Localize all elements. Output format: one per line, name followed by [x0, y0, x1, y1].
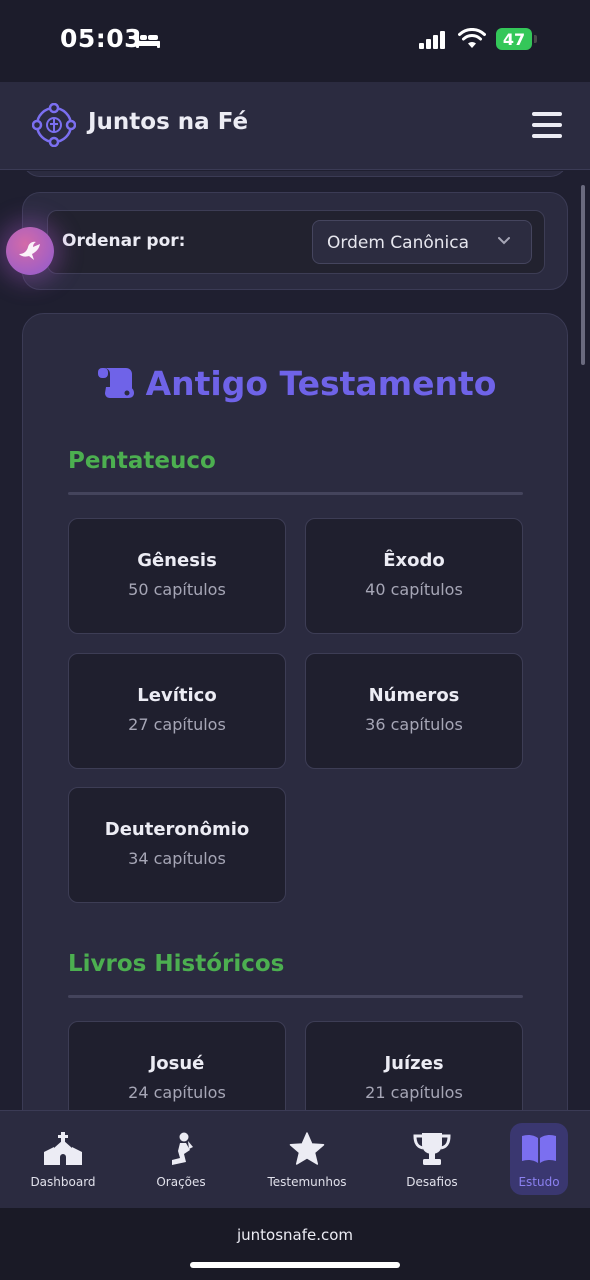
book-card-genesis[interactable]: Gênesis 50 capítulos — [68, 518, 286, 634]
star-icon — [289, 1132, 325, 1165]
bed-icon — [136, 32, 160, 48]
testament-heading: Antigo Testamento — [23, 364, 569, 403]
scrollbar[interactable] — [581, 185, 585, 365]
book-name: Gênesis — [137, 550, 217, 571]
dove-icon — [19, 241, 40, 260]
battery-indicator: 47 — [496, 28, 537, 50]
book-name: Números — [368, 685, 460, 706]
browser-url[interactable]: juntosnafe.com — [0, 1226, 590, 1244]
status-time: 05:03 — [60, 24, 143, 53]
old-testament-card: Antigo Testamento Pentateuco Gênesis 50 … — [22, 313, 568, 1110]
sort-card: Ordenar por: Ordem Canônica — [22, 192, 568, 290]
book-chapters: 27 capítulos — [128, 715, 226, 734]
book-chapters: 36 capítulos — [365, 715, 463, 734]
book-chapters: 50 capítulos — [128, 580, 226, 599]
nav-label: Estudo — [518, 1175, 560, 1189]
chevron-down-icon — [498, 237, 510, 245]
sort-select[interactable]: Ordem Canônica — [312, 220, 532, 264]
bottom-nav: Dashboard Orações Testemunhos Desafios E… — [0, 1110, 590, 1208]
section-title-livros-historicos: Livros Históricos — [68, 951, 285, 977]
book-chapters: 40 capítulos — [365, 580, 463, 599]
testament-title: Antigo Testamento — [145, 364, 497, 403]
nav-item-oracoes[interactable]: Orações — [131, 1123, 231, 1195]
trophy-icon — [413, 1133, 451, 1165]
book-chapters: 21 capítulos — [365, 1083, 463, 1102]
community-logo-icon[interactable] — [32, 103, 76, 147]
home-indicator[interactable] — [190, 1262, 400, 1268]
nav-item-estudo[interactable]: Estudo — [510, 1123, 568, 1195]
book-card-levitico[interactable]: Levítico 27 capítulos — [68, 653, 286, 769]
book-chapters: 24 capítulos — [128, 1083, 226, 1102]
nav-label: Desafios — [406, 1175, 458, 1189]
book-card-josue[interactable]: Josué 24 capítulos — [68, 1021, 286, 1110]
app-title: Juntos na Fé — [88, 109, 249, 135]
wifi-icon — [458, 28, 486, 48]
book-card-numeros[interactable]: Números 36 capítulos — [305, 653, 523, 769]
menu-bar — [532, 123, 562, 127]
book-card-juizes[interactable]: Juízes 21 capítulos — [305, 1021, 523, 1110]
open-book-icon — [522, 1134, 556, 1163]
nav-item-dashboard[interactable]: Dashboard — [13, 1123, 113, 1195]
menu-bar — [532, 112, 562, 116]
book-name: Êxodo — [383, 550, 445, 571]
section-title-pentateuco: Pentateuco — [68, 448, 216, 474]
church-icon — [44, 1132, 82, 1165]
main-content[interactable]: Ordenar por: Ordem Canônica Antigo Testa… — [0, 171, 590, 1110]
hamburger-menu-icon[interactable] — [530, 110, 564, 140]
praying-person-icon — [172, 1132, 193, 1165]
previous-card-edge — [22, 171, 568, 177]
book-card-exodo[interactable]: Êxodo 40 capítulos — [305, 518, 523, 634]
sort-label: Ordenar por: — [62, 231, 186, 251]
app-header: Juntos na Fé — [0, 82, 590, 170]
nav-label: Orações — [156, 1175, 206, 1189]
menu-bar — [532, 134, 562, 138]
status-bar: 05:03 47 — [0, 0, 590, 82]
sort-control: Ordenar por: Ordem Canônica — [47, 210, 545, 274]
battery-cap — [534, 35, 537, 43]
browser-bar: juntosnafe.com — [0, 1208, 590, 1280]
nav-label: Testemunhos — [267, 1175, 347, 1189]
book-name: Juízes — [384, 1053, 444, 1074]
book-chapters: 34 capítulos — [128, 849, 226, 868]
nav-item-testemunhos[interactable]: Testemunhos — [257, 1123, 357, 1195]
book-card-deuteronomio[interactable]: Deuteronômio 34 capítulos — [68, 787, 286, 903]
section-divider — [68, 492, 523, 495]
cellular-signal-icon — [419, 31, 445, 49]
section-divider — [68, 995, 523, 998]
scroll-icon — [97, 368, 134, 398]
nav-label: Dashboard — [30, 1175, 96, 1189]
dove-floating-button[interactable] — [6, 227, 54, 275]
sort-select-value: Ordem Canônica — [327, 233, 470, 253]
nav-item-desafios[interactable]: Desafios — [382, 1123, 482, 1195]
book-name: Josué — [149, 1053, 205, 1074]
battery-level: 47 — [496, 28, 532, 50]
book-name: Deuteronômio — [104, 819, 250, 840]
book-name: Levítico — [137, 685, 217, 706]
